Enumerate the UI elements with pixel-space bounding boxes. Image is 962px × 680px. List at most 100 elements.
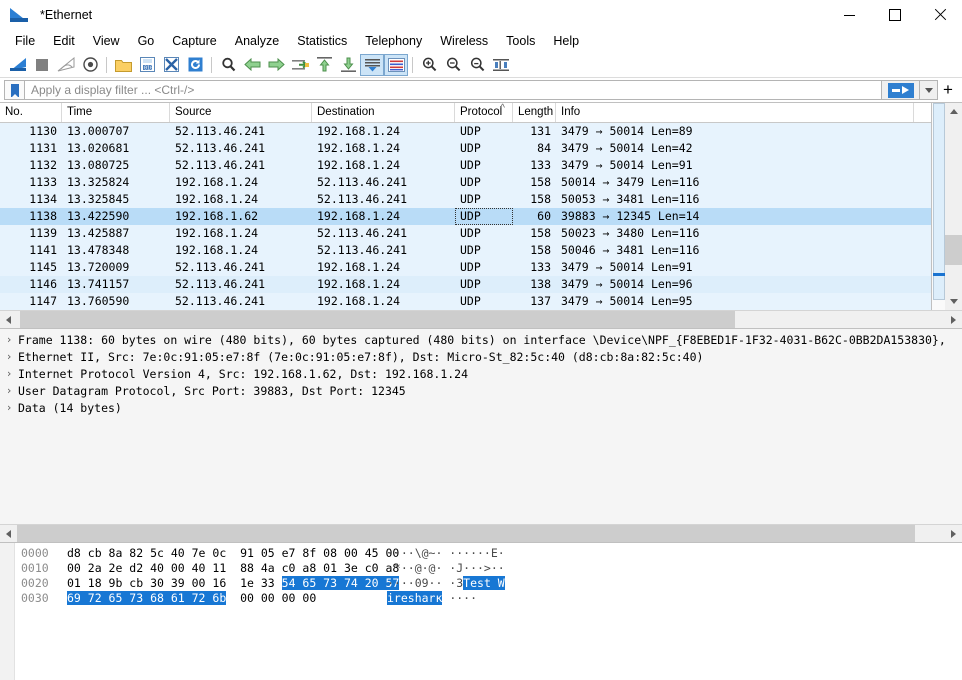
add-filter-button[interactable]: + <box>938 80 958 100</box>
zoom-reset-icon[interactable] <box>465 54 489 76</box>
display-filter-input[interactable]: Apply a display filter ... <Ctrl-/> <box>24 80 882 100</box>
table-row[interactable]: 1141 13.478348 192.168.1.24 52.113.46.241 UD… <box>0 242 931 259</box>
column-header-source[interactable]: Source <box>170 103 312 122</box>
menu-statistics[interactable]: Statistics <box>288 31 356 51</box>
scroll-track[interactable] <box>17 525 945 542</box>
menu-edit[interactable]: Edit <box>44 31 84 51</box>
column-header-protocol[interactable]: Protocol ^ <box>455 103 513 122</box>
menu-file[interactable]: File <box>6 31 44 51</box>
packet-destination: 192.168.1.24 <box>317 294 401 308</box>
colorize-icon[interactable] <box>384 53 408 76</box>
packet-destination: 52.113.46.241 <box>317 243 408 257</box>
hex-dump-line[interactable]: 0000 d8 cb 8a 82 5c 40 7e 0c 91 05 e7 8f … <box>15 546 962 561</box>
menu-analyze[interactable]: Analyze <box>226 31 288 51</box>
hex-dump-line[interactable]: 0030 69 72 65 73 68 61 72 6b 00 00 00 00 i… <box>15 591 962 606</box>
menu-wireless[interactable]: Wireless <box>431 31 497 51</box>
expand-arrow-icon[interactable]: › <box>0 367 18 380</box>
scroll-thumb[interactable] <box>20 311 735 328</box>
save-file-icon[interactable]: 010 <box>135 54 159 76</box>
table-row[interactable]: 1130 13.000707 52.113.46.241 192.168.1.24 UD… <box>0 123 931 140</box>
scroll-left-button[interactable] <box>0 311 17 328</box>
chevron-down-icon <box>924 87 933 93</box>
packet-detail-horizontal-scrollbar[interactable] <box>0 524 962 542</box>
go-to-packet-icon[interactable] <box>288 54 312 76</box>
hex-dump[interactable]: 0000 d8 cb 8a 82 5c 40 7e 0c 91 05 e7 8f … <box>15 543 962 680</box>
stop-capture-icon[interactable] <box>30 54 54 76</box>
scroll-down-button[interactable] <box>945 293 962 310</box>
expand-arrow-icon[interactable]: › <box>0 384 18 397</box>
close-file-icon[interactable] <box>159 54 183 76</box>
zoom-out-icon[interactable] <box>441 54 465 76</box>
scroll-left-button[interactable] <box>0 525 17 542</box>
apply-filter-button[interactable] <box>882 80 920 100</box>
zoom-in-icon[interactable] <box>417 54 441 76</box>
packet-source: 192.168.1.24 <box>175 243 259 257</box>
table-row[interactable]: 1134 13.325845 192.168.1.24 52.113.46.241 UD… <box>0 191 931 208</box>
capture-options-icon[interactable] <box>78 54 102 76</box>
table-row[interactable]: 1139 13.425887 192.168.1.24 52.113.46.241 UD… <box>0 225 931 242</box>
hex-dump-line[interactable]: 0020 01 18 9b cb 30 39 00 16 1e 33 54 65 … <box>15 576 962 591</box>
scroll-track[interactable] <box>17 311 945 328</box>
expand-arrow-icon[interactable]: › <box>0 401 18 414</box>
detail-tree-item[interactable]: › User Datagram Protocol, Src Port: 39883… <box>0 382 962 399</box>
menu-capture[interactable]: Capture <box>163 31 225 51</box>
table-row[interactable]: 1146 13.741157 52.113.46.241 192.168.1.24 UD… <box>0 276 931 293</box>
menu-view[interactable]: View <box>84 31 129 51</box>
detail-tree-item[interactable]: › Frame 1138: 60 bytes on wire (480 bits)… <box>0 331 962 348</box>
go-to-last-icon[interactable] <box>336 54 360 76</box>
packet-length: 131 <box>530 124 551 138</box>
minimize-button[interactable] <box>827 0 872 30</box>
column-header-time[interactable]: Time <box>62 103 170 122</box>
expand-arrow-icon[interactable]: › <box>0 333 18 346</box>
maximize-button[interactable] <box>872 0 917 30</box>
open-file-icon[interactable] <box>111 54 135 76</box>
detail-tree-item[interactable]: › Internet Protocol Version 4, Src: 192.1… <box>0 365 962 382</box>
menu-tools[interactable]: Tools <box>497 31 544 51</box>
hex-dump-line[interactable]: 0010 00 2a 2e d2 40 00 40 11 88 4a c0 a8 … <box>15 561 962 576</box>
scroll-right-button[interactable] <box>945 311 962 328</box>
column-header-no[interactable]: No. <box>0 103 62 122</box>
scroll-right-button[interactable] <box>945 525 962 542</box>
auto-scroll-icon[interactable] <box>360 53 384 76</box>
detail-tree-item[interactable]: › Data (14 bytes) <box>0 399 962 416</box>
table-row[interactable]: 1147 13.760590 52.113.46.241 192.168.1.24 UD… <box>0 293 931 310</box>
go-to-first-icon[interactable] <box>312 54 336 76</box>
scroll-up-button[interactable] <box>945 103 962 120</box>
column-header-info[interactable]: Info <box>556 103 914 122</box>
table-row[interactable]: 1132 13.080725 52.113.46.241 192.168.1.24 UD… <box>0 157 931 174</box>
filter-history-dropdown[interactable] <box>920 80 938 100</box>
packet-list-vertical-scrollbar[interactable] <box>945 103 962 310</box>
menu-go[interactable]: Go <box>129 31 164 51</box>
column-header-destination[interactable]: Destination <box>312 103 455 122</box>
detail-tree-item[interactable]: › Ethernet II, Src: 7e:0c:91:05:e7:8f (7e… <box>0 348 962 365</box>
resize-columns-icon[interactable] <box>489 54 513 76</box>
find-packet-icon[interactable] <box>216 54 240 76</box>
scroll-thumb[interactable] <box>17 525 915 542</box>
close-button[interactable] <box>917 0 962 30</box>
column-header-length[interactable]: Length <box>513 103 556 122</box>
window-title: *Ethernet <box>40 8 93 22</box>
hex-bytes-highlighted: 54 65 73 74 20 57 <box>281 576 400 590</box>
start-capture-icon[interactable] <box>6 54 30 76</box>
maximize-icon <box>888 9 901 21</box>
menu-telephony[interactable]: Telephony <box>356 31 431 51</box>
packet-no: 1131 <box>29 141 57 155</box>
go-forward-icon[interactable] <box>264 54 288 76</box>
table-row[interactable]: 1133 13.325824 192.168.1.24 52.113.46.241 UD… <box>0 174 931 191</box>
menu-help[interactable]: Help <box>544 31 588 51</box>
packet-list-horizontal-scrollbar[interactable] <box>0 310 962 328</box>
bookmark-icon[interactable] <box>4 80 24 100</box>
packet-destination: 192.168.1.24 <box>317 158 401 172</box>
go-back-icon[interactable] <box>240 54 264 76</box>
restart-capture-icon[interactable] <box>54 54 78 76</box>
intelligent-scrollbar[interactable] <box>931 103 945 310</box>
table-row[interactable]: 1145 13.720009 52.113.46.241 192.168.1.24 UD… <box>0 259 931 276</box>
packet-destination: 52.113.46.241 <box>317 175 408 189</box>
chevron-right-icon <box>951 529 956 538</box>
table-row[interactable]: 1138 13.422590 192.168.1.62 192.168.1.24 UDP… <box>0 208 931 225</box>
expand-arrow-icon[interactable]: › <box>0 350 18 363</box>
table-row[interactable]: 1131 13.020681 52.113.46.241 192.168.1.24 UD… <box>0 140 931 157</box>
reload-file-icon[interactable] <box>183 54 207 76</box>
scroll-track[interactable] <box>945 120 962 293</box>
scroll-thumb[interactable] <box>945 235 962 265</box>
